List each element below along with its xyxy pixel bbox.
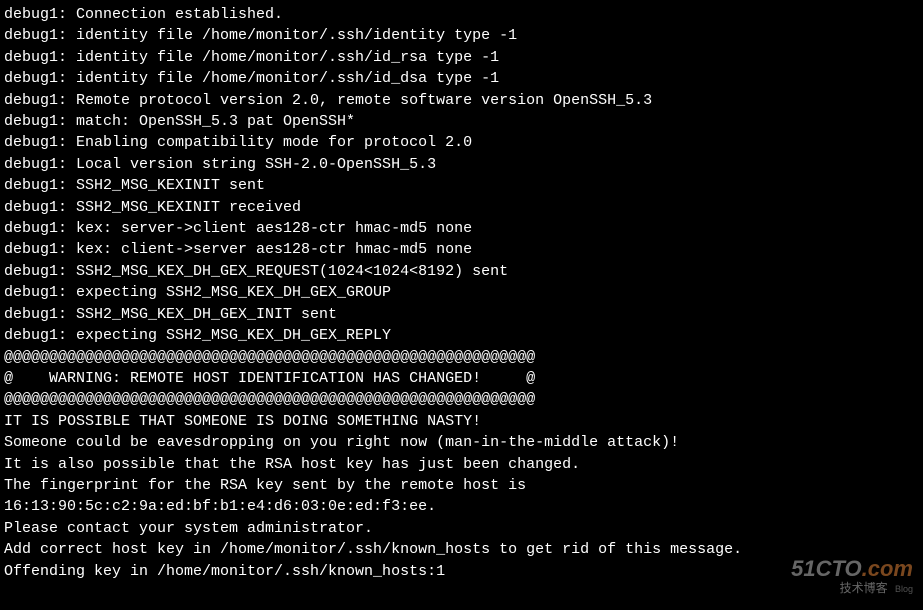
terminal-line: debug1: Connection established. xyxy=(4,4,919,25)
terminal-line: Someone could be eavesdropping on you ri… xyxy=(4,432,919,453)
terminal-line: @@@@@@@@@@@@@@@@@@@@@@@@@@@@@@@@@@@@@@@@… xyxy=(4,347,919,368)
terminal-line: debug1: kex: client->server aes128-ctr h… xyxy=(4,239,919,260)
terminal-line: debug1: SSH2_MSG_KEX_DH_GEX_REQUEST(1024… xyxy=(4,261,919,282)
terminal-line: debug1: Enabling compatibility mode for … xyxy=(4,132,919,153)
terminal-line: debug1: match: OpenSSH_5.3 pat OpenSSH* xyxy=(4,111,919,132)
terminal-line: debug1: Local version string SSH-2.0-Ope… xyxy=(4,154,919,175)
terminal-line: debug1: SSH2_MSG_KEXINIT received xyxy=(4,197,919,218)
terminal-line: Please contact your system administrator… xyxy=(4,518,919,539)
terminal-line: Add correct host key in /home/monitor/.s… xyxy=(4,539,919,560)
terminal-line: debug1: identity file /home/monitor/.ssh… xyxy=(4,25,919,46)
terminal-line: debug1: SSH2_MSG_KEX_DH_GEX_INIT sent xyxy=(4,304,919,325)
terminal-output[interactable]: debug1: Connection established.debug1: i… xyxy=(0,0,923,586)
terminal-line: @@@@@@@@@@@@@@@@@@@@@@@@@@@@@@@@@@@@@@@@… xyxy=(4,389,919,410)
terminal-line: 16:13:90:5c:c2:9a:ed:bf:b1:e4:d6:03:0e:e… xyxy=(4,496,919,517)
terminal-line: It is also possible that the RSA host ke… xyxy=(4,454,919,475)
terminal-line: debug1: identity file /home/monitor/.ssh… xyxy=(4,68,919,89)
terminal-line: debug1: SSH2_MSG_KEXINIT sent xyxy=(4,175,919,196)
terminal-line: debug1: expecting SSH2_MSG_KEX_DH_GEX_GR… xyxy=(4,282,919,303)
terminal-line: IT IS POSSIBLE THAT SOMEONE IS DOING SOM… xyxy=(4,411,919,432)
terminal-line: debug1: expecting SSH2_MSG_KEX_DH_GEX_RE… xyxy=(4,325,919,346)
terminal-line: debug1: kex: server->client aes128-ctr h… xyxy=(4,218,919,239)
terminal-line: debug1: identity file /home/monitor/.ssh… xyxy=(4,47,919,68)
terminal-line: @ WARNING: REMOTE HOST IDENTIFICATION HA… xyxy=(4,368,919,389)
terminal-line: debug1: Remote protocol version 2.0, rem… xyxy=(4,90,919,111)
terminal-line: The fingerprint for the RSA key sent by … xyxy=(4,475,919,496)
terminal-line: Offending key in /home/monitor/.ssh/know… xyxy=(4,561,919,582)
